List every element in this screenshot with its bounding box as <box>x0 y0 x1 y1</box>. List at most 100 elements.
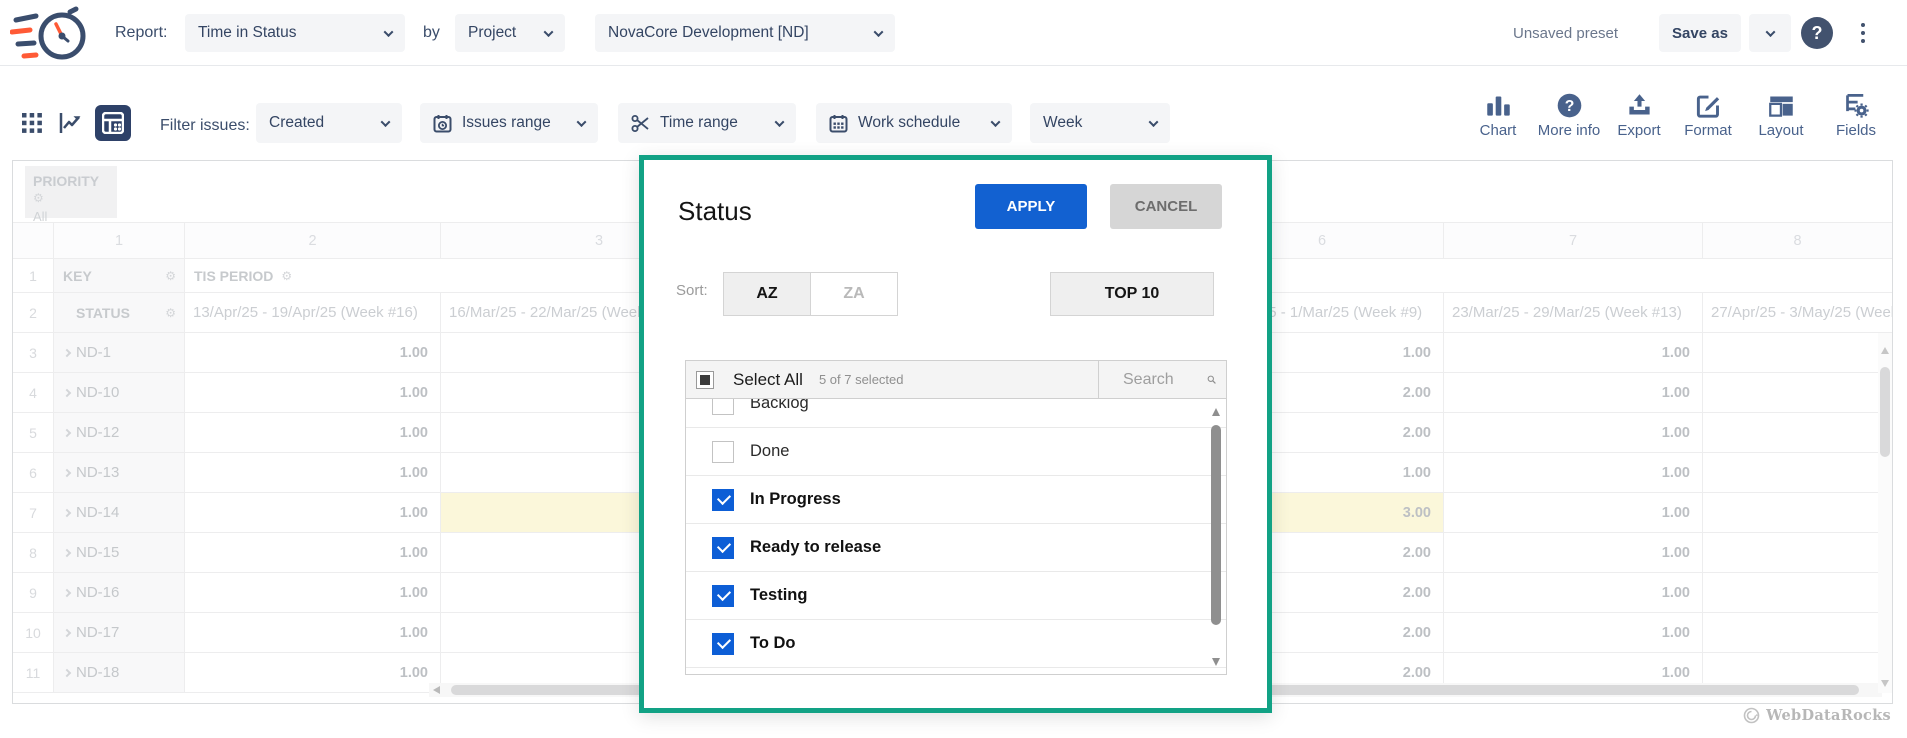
help-button[interactable]: ? <box>1801 17 1833 49</box>
gear-icon[interactable]: ⚙ <box>165 269 176 283</box>
gear-icon[interactable]: ⚙ <box>281 269 292 283</box>
expand-icon[interactable] <box>63 428 71 436</box>
save-as-button[interactable]: Save as <box>1659 14 1741 52</box>
vertical-scroll-thumb[interactable] <box>1880 367 1890 457</box>
filter-created-select[interactable]: Created <box>256 103 402 143</box>
more-menu-button[interactable] <box>1847 17 1879 49</box>
fields-action-button[interactable]: Fields <box>1819 92 1893 139</box>
priority-filter-cell[interactable]: PRIORITY ⚙ All <box>25 166 117 218</box>
granularity-value: Week <box>1043 114 1082 132</box>
scroll-down-icon[interactable] <box>1212 658 1220 666</box>
week-column-header[interactable]: 23/Mar/25 - 29/Mar/25 (Week #13) <box>1444 293 1703 332</box>
issue-key-cell[interactable]: ND-15 <box>54 533 185 572</box>
list-item[interactable]: Testing <box>686 572 1226 620</box>
search-icon[interactable] <box>1207 370 1216 389</box>
list-item[interactable]: Backlog <box>686 399 1226 428</box>
cancel-button[interactable]: CANCEL <box>1110 184 1222 229</box>
scroll-up-icon[interactable] <box>1212 408 1220 416</box>
report-label: Report: <box>115 0 167 66</box>
apply-button[interactable]: APPLY <box>975 184 1087 229</box>
pivot-view-button[interactable] <box>95 105 131 141</box>
issue-key-cell[interactable]: ND-1 <box>54 333 185 372</box>
list-item[interactable]: Done <box>686 428 1226 476</box>
expand-icon[interactable] <box>63 348 71 356</box>
week-column-header[interactable]: 13/Apr/25 - 19/Apr/25 (Week #16) <box>185 293 441 332</box>
work-schedule-select[interactable]: Work schedule <box>816 103 1012 143</box>
checkbox-checked[interactable] <box>712 537 734 559</box>
line-chart-icon <box>58 111 82 135</box>
issue-key-cell[interactable]: ND-10 <box>54 373 185 412</box>
gear-icon[interactable]: ⚙ <box>165 306 176 320</box>
fields-gear-icon <box>1843 92 1870 119</box>
issue-key-cell[interactable]: ND-17 <box>54 613 185 652</box>
status-header-cell[interactable]: STATUS⚙ <box>54 305 184 321</box>
col-number: 7 <box>1444 223 1703 258</box>
more-info-action-button[interactable]: ? More info <box>1532 92 1606 139</box>
sort-label: Sort: <box>676 282 708 299</box>
chart-action-button[interactable]: Chart <box>1461 92 1535 139</box>
format-action-button[interactable]: Format <box>1671 92 1745 139</box>
issue-key-cell[interactable]: ND-18 <box>54 653 185 692</box>
scope-select[interactable]: Project <box>455 14 565 52</box>
list-scrollbar[interactable] <box>1210 399 1223 674</box>
expand-icon[interactable] <box>63 668 71 676</box>
sort-az-button[interactable]: AZ <box>724 273 811 315</box>
scroll-left-icon[interactable] <box>433 686 440 694</box>
webdatarocks-attribution[interactable]: WebDataRocks <box>1743 707 1891 724</box>
value-cell: 1.00 <box>185 413 441 452</box>
layout-icon <box>1768 92 1795 119</box>
issue-key-cell[interactable]: ND-13 <box>54 453 185 492</box>
search-input[interactable] <box>1123 371 1201 389</box>
project-select[interactable]: NovaCore Development [ND] <box>595 14 895 52</box>
list-scroll-thumb[interactable] <box>1211 425 1221 625</box>
select-all-label[interactable]: Select All <box>733 370 803 390</box>
list-item[interactable]: Ready to release <box>686 524 1226 572</box>
gear-icon[interactable]: ⚙ <box>33 191 44 205</box>
export-action-button[interactable]: Export <box>1602 92 1676 139</box>
value-cell: 1.00 <box>185 573 441 612</box>
time-range-select[interactable]: Time range <box>618 103 796 143</box>
checkbox[interactable] <box>712 399 734 415</box>
issue-key-cell[interactable]: ND-14 <box>54 493 185 532</box>
value-cell: 1.00 <box>185 653 441 692</box>
row-number: 3 <box>13 333 54 372</box>
layout-action-button[interactable]: Layout <box>1744 92 1818 139</box>
scroll-down-icon[interactable] <box>1881 680 1889 687</box>
row-number: 11 <box>13 653 54 692</box>
chart-view-button[interactable] <box>52 105 88 141</box>
row-number: 6 <box>13 453 54 492</box>
row-number: 8 <box>13 533 54 572</box>
expand-icon[interactable] <box>63 588 71 596</box>
select-all-checkbox[interactable] <box>696 371 714 389</box>
sort-za-button[interactable]: ZA <box>811 273 897 315</box>
expand-icon[interactable] <box>63 388 71 396</box>
issue-key-cell[interactable]: ND-16 <box>54 573 185 612</box>
week-column-header[interactable]: 27/Apr/25 - 3/May/25 (Week #18) <box>1703 293 1893 332</box>
scroll-up-icon[interactable] <box>1881 347 1889 354</box>
expand-icon[interactable] <box>63 468 71 476</box>
selected-count: 5 of 7 selected <box>819 372 904 387</box>
vertical-scrollbar[interactable] <box>1878 333 1892 693</box>
granularity-select[interactable]: Week <box>1030 103 1170 143</box>
checkbox[interactable] <box>712 441 734 463</box>
row-number: 5 <box>13 413 54 452</box>
format-pencil-icon <box>1695 92 1722 119</box>
expand-icon[interactable] <box>63 548 71 556</box>
chevron-down-icon <box>544 27 554 37</box>
checkbox-checked[interactable] <box>712 489 734 511</box>
grid-view-button[interactable] <box>14 105 50 141</box>
expand-icon[interactable] <box>63 508 71 516</box>
top-10-button[interactable]: TOP 10 <box>1050 272 1214 316</box>
save-as-dropdown-button[interactable] <box>1749 14 1791 52</box>
list-item[interactable]: To Do <box>686 620 1226 668</box>
expand-icon[interactable] <box>63 628 71 636</box>
col-number: 2 <box>185 223 441 258</box>
report-type-select[interactable]: Time in Status <box>185 14 405 52</box>
key-header-cell[interactable]: KEY⚙ <box>54 268 184 284</box>
checkbox-checked[interactable] <box>712 585 734 607</box>
row-number: 4 <box>13 373 54 412</box>
issues-range-select[interactable]: Issues range <box>420 103 598 143</box>
checkbox-checked[interactable] <box>712 633 734 655</box>
list-item[interactable]: In Progress <box>686 476 1226 524</box>
issue-key-cell[interactable]: ND-12 <box>54 413 185 452</box>
